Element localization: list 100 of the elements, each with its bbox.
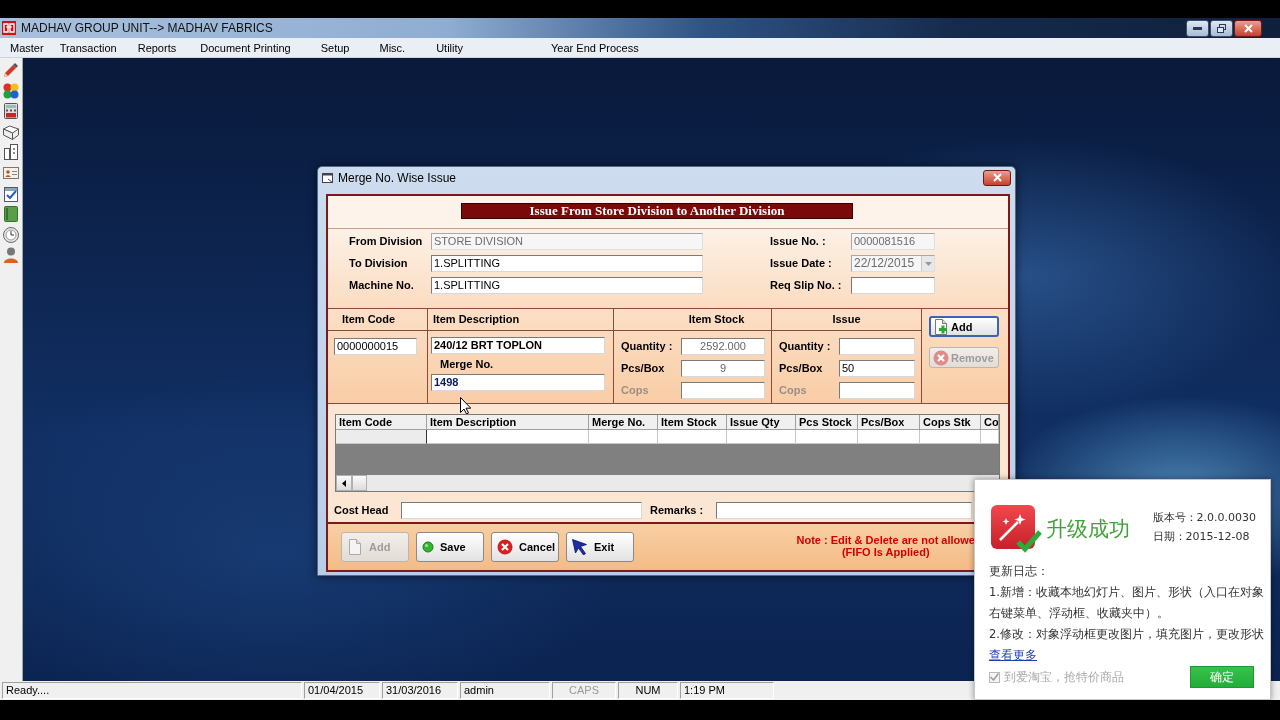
input-field[interactable]: 50 — [839, 360, 915, 377]
scrollbar-thumb[interactable] — [352, 475, 367, 491]
menu-item[interactable]: Misc. — [379, 41, 406, 54]
clock-icon[interactable] — [3, 226, 19, 243]
app-logo-icon — [2, 21, 16, 35]
minimize-button[interactable] — [1186, 19, 1209, 37]
table-cell — [589, 430, 658, 444]
status-text: 31/03/2016 — [382, 682, 458, 699]
column-header[interactable]: Issue Qty — [727, 415, 796, 430]
table-cell — [658, 430, 727, 444]
save-button[interactable]: Save — [416, 532, 484, 562]
field-label: Merge No. — [439, 357, 495, 371]
input-field[interactable] — [839, 382, 915, 399]
table-cell — [858, 430, 920, 444]
column-header: Item Description — [428, 309, 613, 331]
close-icon — [1243, 23, 1253, 33]
check-icon — [990, 673, 999, 681]
restore-icon — [1217, 23, 1226, 33]
input-field[interactable]: 9 — [681, 360, 765, 377]
checklist-icon[interactable] — [3, 185, 19, 202]
menu-item[interactable]: Setup — [320, 41, 350, 54]
log-entry: 2.修改：对象浮动框更改图片，填充图片，更改形状 — [989, 626, 1265, 643]
input-field[interactable]: 0000000015 — [334, 338, 417, 355]
input-field[interactable]: 1.SPLITTING — [431, 255, 703, 272]
x-circle-icon — [497, 539, 513, 555]
column-header[interactable]: Pcs/Box — [858, 415, 920, 430]
menu-item[interactable]: Year End Process — [551, 41, 639, 54]
field-label: Cops — [621, 383, 650, 398]
arrow-icon — [572, 539, 588, 555]
field-label: Quantity : — [621, 339, 674, 354]
checkbox-label: 到爱淘宝，抢特价商品 — [1004, 669, 1124, 685]
input-field[interactable]: 2592.000 — [681, 338, 765, 355]
close-button[interactable] — [983, 169, 1011, 186]
menu-item[interactable]: Utility — [436, 41, 464, 54]
status-text: 1:19 PM — [680, 682, 774, 699]
table-cell — [981, 430, 999, 444]
column-header[interactable]: Cops Stk — [920, 415, 981, 430]
input-field[interactable] — [851, 277, 935, 294]
more-link[interactable]: 查看更多 — [989, 648, 1037, 662]
scroll-left-button[interactable] — [336, 475, 352, 491]
close-button[interactable] — [1234, 19, 1262, 37]
input-field[interactable] — [681, 382, 765, 399]
field-label: Quantity : — [779, 339, 832, 354]
window-title: MADHAV GROUP UNIT--> MADHAV FABRICS — [21, 21, 273, 35]
status-text: 01/04/2015 — [304, 682, 380, 699]
field-label: Pcs/Box — [621, 361, 666, 376]
field-label: Issue No. : — [770, 234, 827, 249]
log-entry: 1.新增：收藏本地幻灯片、图片、形状（入口在对象右键菜单、浮动框、收藏夹中）。 — [989, 584, 1265, 622]
column-header: Issue — [772, 309, 921, 331]
column-header: Item Code — [328, 309, 427, 331]
input-field[interactable]: 1.SPLITTING — [431, 277, 703, 294]
field-label: Req Slip No. : — [770, 278, 843, 293]
calculator-icon[interactable] — [3, 103, 19, 120]
minimize-icon — [1193, 26, 1202, 30]
mouse-pointer-icon — [460, 397, 471, 414]
input-field[interactable]: 1498 — [431, 374, 605, 391]
blocks-icon[interactable] — [3, 82, 19, 99]
note-text: Note : Edit & Delete are not allowe (FIFO Is Applied) — [796, 533, 976, 560]
menu-item[interactable]: Reports — [137, 41, 177, 54]
exit-button[interactable]: Exit — [566, 532, 634, 562]
input-field[interactable] — [716, 502, 972, 519]
building-icon[interactable] — [3, 144, 19, 161]
column-header[interactable]: Pcs Stock — [796, 415, 858, 430]
field-label: Pcs/Box — [779, 361, 824, 376]
magic-wand-icon — [990, 504, 1042, 554]
input-field[interactable]: 240/12 BRT TOPLON — [431, 337, 605, 354]
dot-icon — [422, 541, 434, 553]
field-label: Cops — [779, 383, 808, 398]
cancel-button[interactable]: Cancel — [491, 532, 559, 562]
menu-item[interactable]: Transaction — [59, 41, 117, 54]
document-icon — [347, 539, 363, 555]
column-header[interactable]: Item Description — [427, 415, 589, 430]
input-field[interactable] — [839, 338, 915, 355]
form-heading: Issue From Store Division to Another Division — [461, 203, 853, 219]
menu-item[interactable]: Master — [10, 41, 44, 54]
status-indicator: NUM — [618, 682, 678, 699]
scrollbar[interactable] — [336, 475, 999, 491]
column-header[interactable]: Co — [981, 415, 999, 430]
field-label: Cost Head — [334, 503, 390, 518]
id-card-icon[interactable] — [3, 164, 19, 181]
pen-icon[interactable] — [3, 62, 19, 78]
version-text: 版本号：2.0.0.0030 — [1152, 510, 1256, 526]
field-label: Remarks : — [650, 503, 705, 518]
menu-item[interactable]: Document Printing — [200, 41, 291, 54]
add-button[interactable]: Add — [929, 316, 999, 337]
caret-icon — [924, 261, 932, 266]
left-arrow-icon — [342, 479, 346, 487]
person-icon[interactable] — [3, 247, 19, 264]
close-icon — [992, 173, 1002, 182]
column-header[interactable]: Item Code — [336, 415, 427, 430]
column-header[interactable]: Merge No. — [589, 415, 658, 430]
box-icon[interactable] — [3, 123, 19, 140]
status-indicator: CAPS — [552, 682, 616, 699]
document-plus-icon — [933, 318, 949, 335]
column-header[interactable]: Item Stock — [658, 415, 727, 430]
table-cell — [796, 430, 858, 444]
field-label: To Division — [349, 256, 409, 271]
restore-button[interactable] — [1210, 19, 1233, 37]
book-icon[interactable] — [3, 206, 19, 223]
input-field[interactable] — [401, 502, 642, 519]
